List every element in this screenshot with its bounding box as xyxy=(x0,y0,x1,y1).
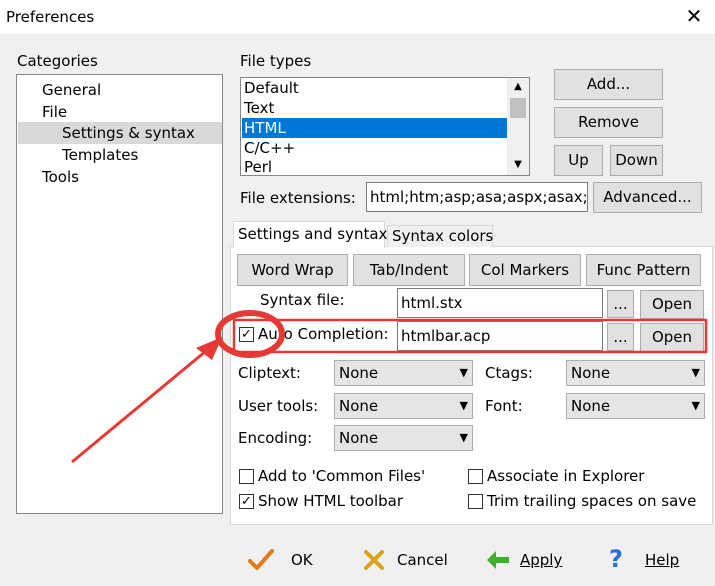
file-types-label: File types xyxy=(240,52,312,70)
trim-trailing-checkbox[interactable] xyxy=(468,494,483,509)
tree-item-general[interactable]: General xyxy=(42,79,101,101)
ok-label: OK xyxy=(291,551,313,569)
user-tools-value: None xyxy=(339,397,379,415)
file-type-item[interactable]: Perl xyxy=(242,157,508,175)
word-wrap-button[interactable]: Word Wrap xyxy=(237,254,348,286)
tab-settings-and-syntax[interactable]: Settings and syntax xyxy=(233,221,387,248)
ctags-value: None xyxy=(571,364,611,382)
font-label: Font: xyxy=(485,397,523,415)
tree-item-templates[interactable]: Templates xyxy=(62,144,138,166)
scroll-down-icon[interactable]: ▼ xyxy=(507,156,529,174)
user-tools-label: User tools: xyxy=(238,397,319,415)
font-value: None xyxy=(571,397,611,415)
chevron-down-icon: ▼ xyxy=(459,366,468,379)
arrow-left-icon xyxy=(487,551,509,569)
tree-item-tools[interactable]: Tools xyxy=(42,166,79,188)
trim-trailing-label: Trim trailing spaces on save xyxy=(487,492,697,510)
auto-completion-browse-button[interactable]: ... xyxy=(607,323,634,351)
ok-button[interactable]: OK xyxy=(240,544,330,576)
associate-explorer-checkbox[interactable] xyxy=(468,469,483,484)
associate-explorer-label: Associate in Explorer xyxy=(487,467,645,485)
file-types-list[interactable]: Default Text HTML C/C++ Perl ▲ ▼ xyxy=(240,77,530,176)
cancel-label: Cancel xyxy=(397,551,448,569)
encoding-value: None xyxy=(339,429,379,447)
down-button[interactable]: Down xyxy=(610,145,663,176)
file-type-item[interactable]: C/C++ xyxy=(242,138,508,158)
chevron-down-icon: ▼ xyxy=(691,399,700,412)
chevron-down-icon: ▼ xyxy=(459,431,468,444)
cliptext-value: None xyxy=(339,364,379,382)
tree-item-settings-syntax: Settings & syntax xyxy=(62,124,195,142)
col-markers-button[interactable]: Col Markers xyxy=(469,254,581,286)
auto-completion-label: Auto Completion: xyxy=(258,325,389,343)
syntax-file-input[interactable]: html.stx xyxy=(397,288,603,318)
title-bar xyxy=(0,0,715,34)
show-html-toolbar-checkbox[interactable]: ✓ xyxy=(239,494,254,509)
auto-completion-checkbox[interactable]: ✓ xyxy=(239,327,254,342)
file-type-item[interactable]: Text xyxy=(242,98,508,118)
up-button[interactable]: Up xyxy=(554,145,603,176)
question-mark-icon: ? xyxy=(609,545,623,573)
tree-item-file[interactable]: File xyxy=(42,101,67,123)
categories-tree[interactable]: General File Settings & syntax Templates… xyxy=(16,74,223,514)
remove-button[interactable]: Remove xyxy=(554,107,663,138)
chevron-down-icon: ▼ xyxy=(459,399,468,412)
tab-indent-button[interactable]: Tab/Indent xyxy=(353,254,465,286)
user-tools-select[interactable]: None ▼ xyxy=(334,393,473,419)
cliptext-select[interactable]: None ▼ xyxy=(334,360,473,386)
font-select[interactable]: None ▼ xyxy=(566,393,705,419)
categories-label: Categories xyxy=(17,52,98,70)
chevron-down-icon: ▼ xyxy=(691,366,700,379)
scroll-up-icon[interactable]: ▲ xyxy=(507,78,529,96)
apply-button[interactable]: Apply xyxy=(482,544,572,576)
advanced-button[interactable]: Advanced... xyxy=(593,182,702,213)
syntax-file-open-button[interactable]: Open xyxy=(640,290,704,319)
cancel-button[interactable]: Cancel xyxy=(357,544,457,576)
file-extensions-label: File extensions: xyxy=(240,189,356,207)
file-types-scrollbar[interactable]: ▲ ▼ xyxy=(507,78,529,175)
auto-completion-input[interactable]: htmlbar.acp xyxy=(397,321,603,351)
file-type-item[interactable]: Default xyxy=(242,78,508,98)
show-html-toolbar-label: Show HTML toolbar xyxy=(258,492,404,510)
apply-label: Apply xyxy=(520,551,563,569)
add-common-files-checkbox[interactable] xyxy=(239,469,254,484)
cancel-x-icon xyxy=(364,550,384,570)
func-pattern-button[interactable]: Func Pattern xyxy=(586,254,701,286)
close-icon[interactable]: ✕ xyxy=(683,6,705,28)
scroll-thumb[interactable] xyxy=(510,98,526,118)
syntax-file-browse-button[interactable]: ... xyxy=(607,290,634,318)
auto-completion-open-button[interactable]: Open xyxy=(640,323,704,352)
add-common-files-label: Add to 'Common Files' xyxy=(258,467,426,485)
checkmark-icon xyxy=(248,549,274,570)
tree-item-settings-syntax-row[interactable]: Settings & syntax xyxy=(18,122,222,144)
ctags-select[interactable]: None ▼ xyxy=(566,360,705,386)
encoding-label: Encoding: xyxy=(238,429,313,447)
encoding-select[interactable]: None ▼ xyxy=(334,425,473,451)
file-type-item-selected[interactable]: HTML xyxy=(242,118,508,138)
add-button[interactable]: Add... xyxy=(554,69,663,100)
file-extensions-input[interactable]: html;htm;asp;asa;aspx;asax;sh xyxy=(366,182,588,212)
cliptext-label: Cliptext: xyxy=(238,364,301,382)
ctags-label: Ctags: xyxy=(485,364,533,382)
tab-syntax-colors[interactable]: Syntax colors xyxy=(387,225,493,247)
help-label: Help xyxy=(645,551,680,569)
help-button[interactable]: ? Help xyxy=(606,544,696,576)
window-title: Preferences xyxy=(6,8,95,26)
syntax-file-label: Syntax file: xyxy=(260,291,345,309)
